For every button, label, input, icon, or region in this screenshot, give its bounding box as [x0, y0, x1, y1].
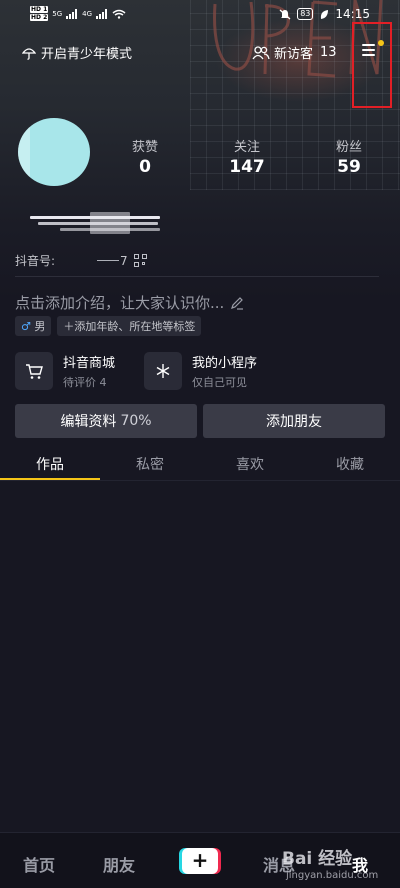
tab-works[interactable]: 作品	[0, 454, 100, 474]
network-2-label: 4G	[82, 9, 93, 18]
add-friend-label: 添加朋友	[266, 414, 322, 430]
stat-value: 0	[139, 157, 151, 177]
edit-pencil-icon	[231, 296, 244, 310]
battery-indicator: 83	[297, 8, 314, 20]
add-tags-button[interactable]: ＋添加年龄、所在地等标签	[57, 316, 202, 336]
stat-label: 获赞	[131, 140, 158, 155]
tab-private[interactable]: 私密	[100, 454, 200, 474]
shop-entry[interactable]: 抖音商城 待评价 4	[15, 352, 115, 390]
stat-followers[interactable]: 粉丝 59	[304, 136, 394, 177]
visitors-icon	[252, 45, 270, 59]
edit-profile-button[interactable]: 编辑资料 70%	[15, 404, 197, 438]
new-visitors-button[interactable]: 新访客 13	[252, 43, 337, 62]
tab-likes[interactable]: 喜欢	[200, 454, 300, 474]
divider	[15, 276, 379, 277]
username-redacted	[30, 210, 162, 238]
profile-stats: 获赞 0 关注 147 粉丝 59	[100, 136, 400, 177]
edit-profile-label: 编辑资料	[60, 414, 117, 430]
stat-following[interactable]: 关注 147	[202, 136, 292, 177]
bio-text: 点击添加介绍，让大家认识你...	[15, 294, 225, 312]
visitors-count: 13	[320, 45, 337, 60]
signal-2-icon	[96, 8, 108, 19]
stat-likes[interactable]: 获赞 0	[100, 136, 190, 177]
mini-program-icon	[144, 352, 182, 390]
nav-home[interactable]: 首页	[23, 852, 55, 876]
profile-actions: 编辑资料 70% 添加朋友	[15, 404, 385, 438]
signal-icon	[66, 8, 78, 19]
content-tabs: 作品 私密 喜欢 收藏	[0, 448, 400, 482]
sim-indicators: HD 1 HD 2	[30, 6, 49, 21]
teen-mode-label: 开启青少年模式	[41, 47, 133, 62]
teen-mode-button[interactable]: 开启青少年模式	[22, 43, 132, 62]
status-left: HD 1 HD 2 5G 4G	[30, 6, 126, 21]
gender-tag-label: 男	[34, 320, 46, 333]
profile-screen: HD 1 HD 2 5G 4G 83 14:15 开启青少年模式 新访客 13 …	[0, 0, 400, 888]
stat-label: 关注	[233, 140, 260, 155]
qr-code-icon[interactable]	[133, 254, 147, 267]
clock: 14:15	[335, 7, 370, 21]
visitors-label: 新访客	[274, 47, 314, 62]
mini-program-title: 我的小程序	[192, 356, 258, 371]
sim2-label: HD 2	[30, 14, 49, 21]
wifi-icon	[112, 9, 126, 19]
male-icon: ♂	[21, 320, 31, 333]
status-right: 83 14:15	[279, 7, 370, 21]
app-shortcuts: 抖音商城 待评价 4 我的小程序 仅自己可见	[15, 352, 385, 394]
nav-friends[interactable]: 朋友	[103, 852, 135, 876]
tab-favorites[interactable]: 收藏	[300, 454, 400, 474]
umbrella-icon	[22, 47, 36, 60]
add-tags-label: 添加年龄、所在地等标签	[74, 320, 196, 333]
sim1-label: HD 1	[30, 6, 49, 13]
leaf-icon	[321, 9, 329, 19]
shop-text: 抖音商城 待评价 4	[63, 352, 115, 390]
create-post-button[interactable]: +	[182, 848, 218, 874]
mini-program-text: 我的小程序 仅自己可见	[192, 352, 257, 390]
add-friend-button[interactable]: 添加朋友	[203, 404, 385, 438]
highlight-box	[352, 22, 392, 108]
profile-completion: 70%	[120, 413, 152, 429]
douyin-id-label: 抖音号:	[15, 254, 56, 268]
network-1-label: 5G	[52, 9, 63, 18]
stat-value: 147	[229, 157, 265, 177]
douyin-id-redacted	[97, 260, 120, 261]
mute-icon	[279, 9, 291, 19]
profile-top-bar: 开启青少年模式 新访客 13	[0, 38, 400, 64]
douyin-id-tail: 7	[120, 253, 128, 268]
redaction-block	[90, 212, 130, 234]
watermark-sub: jingyan.baidu.com	[286, 870, 379, 881]
bio-placeholder[interactable]: 点击添加介绍，让大家认识你...	[15, 292, 244, 313]
gender-tag[interactable]: ♂ 男	[15, 316, 52, 336]
avatar[interactable]	[18, 118, 90, 186]
mini-program-subtitle: 仅自己可见	[192, 376, 247, 389]
status-bar: HD 1 HD 2 5G 4G 83 14:15	[0, 0, 400, 30]
plus-icon: ＋	[63, 320, 75, 333]
douyin-id[interactable]: 抖音号: 7	[15, 252, 147, 269]
shop-title: 抖音商城	[63, 356, 116, 371]
shopping-cart-icon	[15, 352, 53, 390]
profile-tags: ♂ 男 ＋添加年龄、所在地等标签	[15, 316, 202, 336]
watermark-main: Bai 经验	[282, 849, 353, 869]
tabs-divider	[0, 480, 400, 481]
mini-program-entry[interactable]: 我的小程序 仅自己可见	[144, 352, 257, 390]
watermark: Bai 经验 jingyan.baidu.com	[282, 842, 394, 886]
stat-value: 59	[337, 157, 361, 177]
shop-subtitle: 待评价 4	[63, 376, 107, 389]
stat-label: 粉丝	[335, 140, 362, 155]
